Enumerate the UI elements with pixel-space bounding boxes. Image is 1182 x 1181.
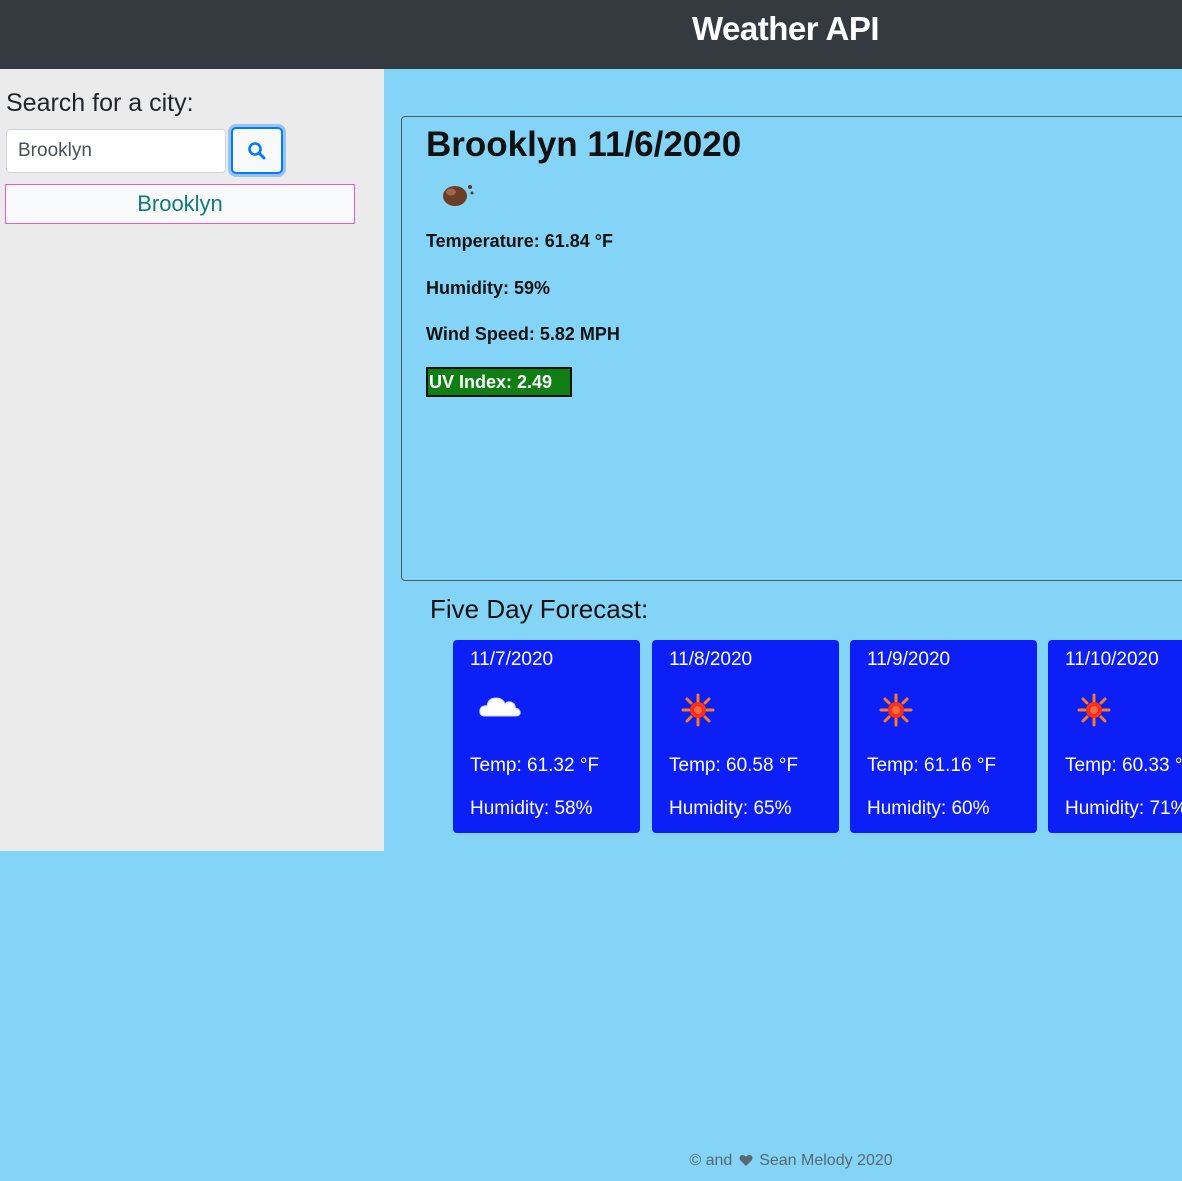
sun-icon <box>1077 693 1111 727</box>
forecast-card: 11/9/2020 Temp: 61.16 °F Humidity: 60% <box>850 640 1037 833</box>
forecast-humidity: Humidity: 65% <box>669 798 792 819</box>
uv-index-badge: UV Index: 2.49 <box>426 367 572 397</box>
cloud-icon <box>479 697 521 717</box>
search-icon <box>248 141 266 159</box>
app-title: Weather API <box>692 10 880 47</box>
forecast-temp: Temp: 60.58 °F <box>669 755 799 776</box>
footer-prefix: © and <box>689 1152 733 1169</box>
current-temperature: Temperature: 61.84 °F <box>426 231 613 251</box>
current-humidity: Humidity: 59% <box>426 278 551 298</box>
heart-icon <box>739 1155 753 1166</box>
forecast-temp: Temp: 60.33 °F <box>1065 755 1182 776</box>
forecast-card: 11/8/2020 Temp: 60.58 °F Humidity: 65% <box>652 640 839 833</box>
search-heading: Search for a city: <box>6 89 194 117</box>
forecast-temp: Temp: 61.32 °F <box>470 755 600 776</box>
sun-icon <box>681 693 715 727</box>
forecast-temp: Temp: 61.16 °F <box>867 755 997 776</box>
current-city-title: Brooklyn 11/6/2020 <box>426 125 742 164</box>
forecast-humidity: Humidity: 58% <box>470 798 593 819</box>
history-item-brooklyn[interactable]: Brooklyn <box>5 184 355 224</box>
footer-credit: Sean Melody 2020 <box>759 1152 893 1169</box>
forecast-heading: Five Day Forecast: <box>430 594 649 624</box>
forecast-card: 11/10/2020 Temp: 60.33 °F Humidity: 71% <box>1048 640 1182 833</box>
forecast-humidity: Humidity: 60% <box>867 798 990 819</box>
sidebar: Search for a city: Brooklyn <box>0 69 384 851</box>
forecast-humidity: Humidity: 71% <box>1065 798 1182 819</box>
footer: © and Sean Melody 2020 <box>0 1152 1182 1170</box>
forecast-date: 11/7/2020 <box>470 649 554 670</box>
sun-icon <box>879 693 913 727</box>
forecast-date: 11/10/2020 <box>1065 649 1159 670</box>
forecast-date: 11/8/2020 <box>669 649 753 670</box>
current-wind-speed: Wind Speed: 5.82 MPH <box>426 324 620 344</box>
forecast-date: 11/9/2020 <box>867 649 951 670</box>
city-search-input[interactable] <box>6 129 226 173</box>
navbar: Weather API <box>0 0 1182 69</box>
forecast-card: 11/7/2020 Temp: 61.32 °F Humidity: 58% <box>453 640 640 833</box>
current-weather-card: Brooklyn 11/6/2020 Temperature: 61.84 °F… <box>401 116 1182 581</box>
search-button[interactable] <box>231 127 283 174</box>
mist-icon <box>443 185 474 206</box>
